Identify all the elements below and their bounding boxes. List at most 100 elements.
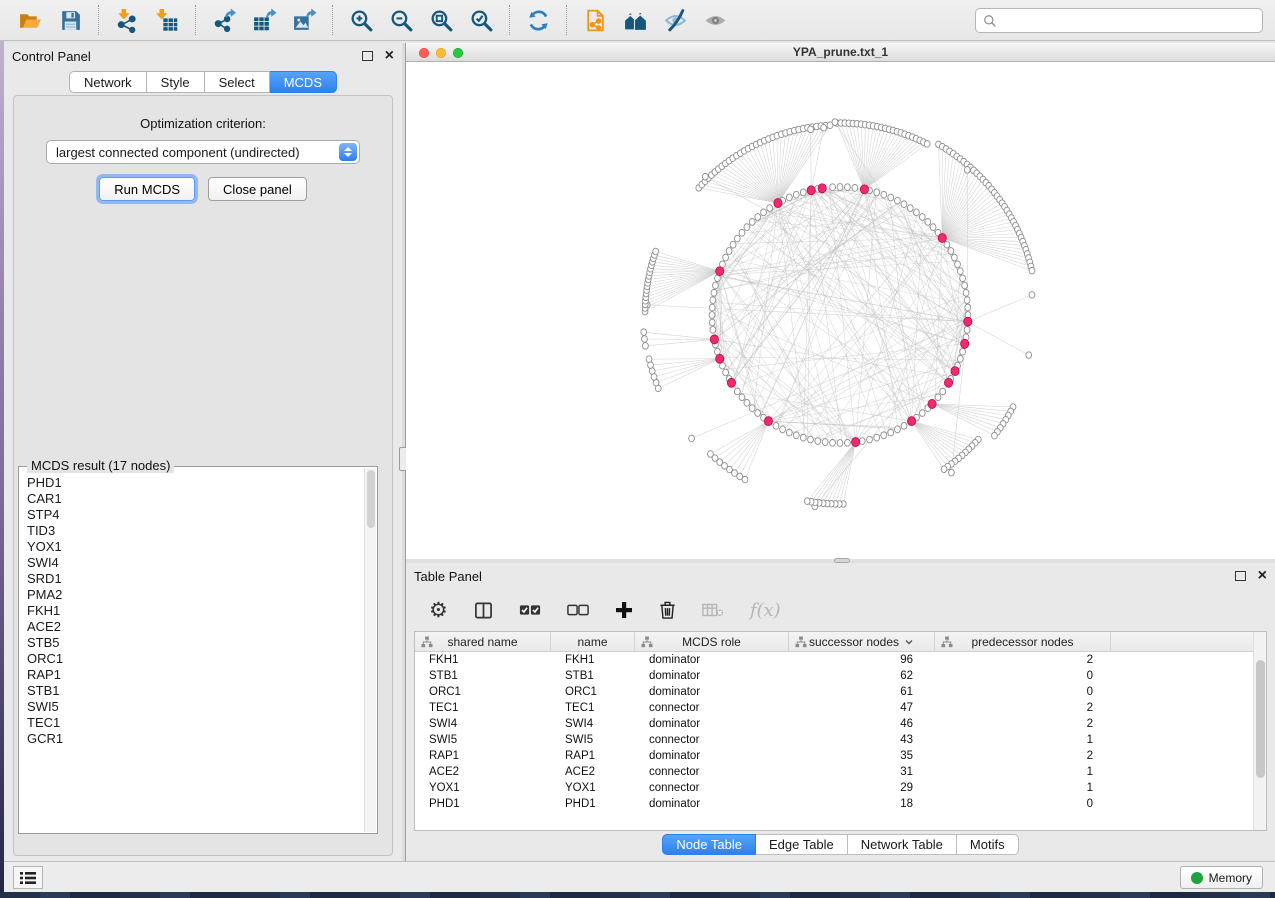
tab-network-table[interactable]: Network Table: [848, 834, 957, 855]
window-close-icon[interactable]: [419, 48, 429, 58]
table-cell[interactable]: TEC1: [415, 702, 551, 714]
table-cell[interactable]: 43: [789, 734, 935, 746]
table-cell[interactable]: 2: [935, 718, 1111, 730]
close-panel-icon[interactable]: ×: [1258, 571, 1267, 581]
window-zoom-icon[interactable]: [453, 48, 463, 58]
table-cell[interactable]: YOX1: [415, 782, 551, 794]
share-document-icon[interactable]: [575, 3, 615, 37]
table-cell[interactable]: SWI4: [551, 718, 635, 730]
table-row[interactable]: YOX1YOX1connector291: [415, 780, 1266, 796]
table-cell[interactable]: 0: [935, 686, 1111, 698]
search-box[interactable]: [975, 8, 1263, 33]
table-row[interactable]: STB1STB1dominator620: [415, 668, 1266, 684]
tab-node-table[interactable]: Node Table: [662, 834, 756, 855]
table-cell[interactable]: 31: [789, 766, 935, 778]
split-view-icon[interactable]: [474, 601, 493, 620]
table-cell[interactable]: FKH1: [551, 654, 635, 666]
table-cell[interactable]: 2: [935, 654, 1111, 666]
table-cell[interactable]: 1: [935, 782, 1111, 794]
table-cell[interactable]: connector: [635, 782, 789, 794]
export-image-icon[interactable]: [284, 3, 324, 37]
table-row[interactable]: RAP1RAP1dominator352: [415, 748, 1266, 764]
table-cell[interactable]: 2: [935, 750, 1111, 762]
tab-mcds[interactable]: MCDS: [270, 71, 337, 93]
table-cell[interactable]: RAP1: [551, 750, 635, 762]
table-cell[interactable]: ACE2: [551, 766, 635, 778]
zoom-in-icon[interactable]: [341, 3, 381, 37]
float-panel-icon[interactable]: [1235, 571, 1246, 581]
table-row[interactable]: SWI5SWI5connector431: [415, 732, 1266, 748]
table-cell[interactable]: 61: [789, 686, 935, 698]
mcds-result-item[interactable]: STP4: [27, 507, 364, 523]
table-cell[interactable]: SWI5: [415, 734, 551, 746]
table-cell[interactable]: ORC1: [415, 686, 551, 698]
table-row[interactable]: ACE2ACE2connector311: [415, 764, 1266, 780]
network-canvas[interactable]: [406, 62, 1275, 560]
mcds-result-item[interactable]: FKH1: [27, 603, 364, 619]
export-table-icon[interactable]: [244, 3, 284, 37]
float-panel-icon[interactable]: [362, 51, 373, 61]
open-session-icon[interactable]: [10, 3, 50, 37]
import-table-icon[interactable]: [147, 3, 187, 37]
table-scrollbar-thumb[interactable]: [1256, 660, 1265, 778]
table-cell[interactable]: 18: [789, 798, 935, 810]
table-cell[interactable]: RAP1: [415, 750, 551, 762]
result-scrollbar[interactable]: [364, 468, 376, 832]
table-cell[interactable]: STB1: [415, 670, 551, 682]
table-cell[interactable]: 96: [789, 654, 935, 666]
table-cell[interactable]: connector: [635, 702, 789, 714]
table-cell[interactable]: PHD1: [551, 798, 635, 810]
table-cell[interactable]: YOX1: [551, 782, 635, 794]
network-graph[interactable]: [406, 62, 1275, 560]
table-cell[interactable]: 0: [935, 670, 1111, 682]
column-header-name[interactable]: name: [551, 632, 635, 651]
table-cell[interactable]: FKH1: [415, 654, 551, 666]
tab-select[interactable]: Select: [205, 71, 270, 93]
window-minimize-icon[interactable]: [436, 48, 446, 58]
table-row[interactable]: PHD1PHD1dominator180: [415, 796, 1266, 812]
table-cell[interactable]: PHD1: [415, 798, 551, 810]
column-header-predecessor-nodes[interactable]: predecessor nodes: [935, 632, 1111, 651]
table-cell[interactable]: 47: [789, 702, 935, 714]
result-scrollbar-thumb[interactable]: [367, 470, 375, 528]
mcds-result-item[interactable]: SWI4: [27, 555, 364, 571]
mcds-result-item[interactable]: CAR1: [27, 491, 364, 507]
zoom-fit-icon[interactable]: [421, 3, 461, 37]
table-cell[interactable]: STB1: [551, 670, 635, 682]
column-header-shared-name[interactable]: shared name: [415, 632, 551, 651]
tab-style[interactable]: Style: [147, 71, 205, 93]
task-history-button[interactable]: [13, 866, 43, 889]
table-row[interactable]: FKH1FKH1dominator962: [415, 652, 1266, 668]
table-row[interactable]: TEC1TEC1connector472: [415, 700, 1266, 716]
table-cell[interactable]: SWI5: [551, 734, 635, 746]
import-network-icon[interactable]: [107, 3, 147, 37]
mcds-result-item[interactable]: TID3: [27, 523, 364, 539]
zoom-out-icon[interactable]: [381, 3, 421, 37]
refresh-icon[interactable]: [518, 3, 558, 37]
mcds-result-item[interactable]: TEC1: [27, 715, 364, 731]
delete-column-icon[interactable]: [659, 600, 676, 620]
table-cell[interactable]: 62: [789, 670, 935, 682]
column-header-MCDS-role[interactable]: MCDS role: [635, 632, 789, 651]
table-cell[interactable]: 35: [789, 750, 935, 762]
run-mcds-button[interactable]: Run MCDS: [99, 177, 195, 201]
table-cell[interactable]: dominator: [635, 718, 789, 730]
table-cell[interactable]: 1: [935, 734, 1111, 746]
add-column-icon[interactable]: [615, 601, 633, 619]
mcds-result-item[interactable]: PHD1: [27, 475, 364, 491]
table-cell[interactable]: 46: [789, 718, 935, 730]
search-input[interactable]: [1002, 14, 1255, 28]
table-cell[interactable]: dominator: [635, 654, 789, 666]
table-cell[interactable]: connector: [635, 734, 789, 746]
table-cell[interactable]: dominator: [635, 750, 789, 762]
mcds-result-item[interactable]: YOX1: [27, 539, 364, 555]
table-cell[interactable]: ACE2: [415, 766, 551, 778]
table-settings-icon[interactable]: ⚙: [429, 600, 448, 620]
tab-network[interactable]: Network: [69, 71, 147, 93]
table-row[interactable]: ORC1ORC1dominator610: [415, 684, 1266, 700]
mcds-result-item[interactable]: STB5: [27, 635, 364, 651]
table-cell[interactable]: connector: [635, 766, 789, 778]
graph-leaf-nodes[interactable]: [641, 119, 1035, 510]
table-cell[interactable]: 2: [935, 702, 1111, 714]
table-cell[interactable]: 1: [935, 766, 1111, 778]
